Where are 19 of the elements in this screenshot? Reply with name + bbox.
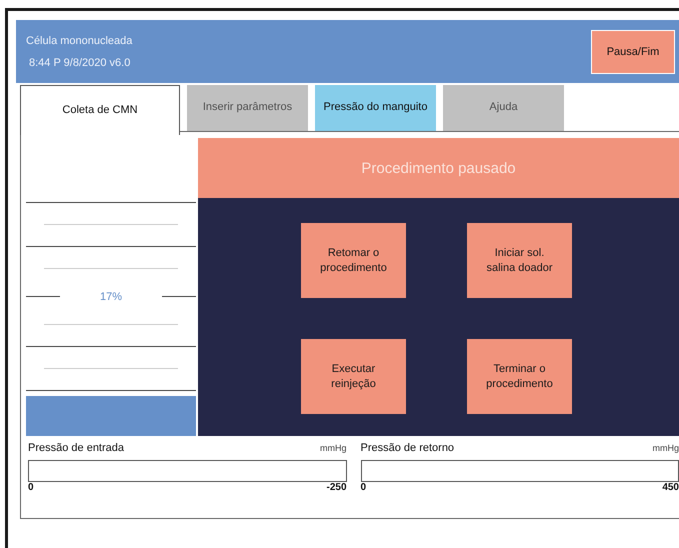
tab[interactable]: Coleta de CMN [20, 85, 180, 135]
action-button[interactable]: Retomar o procedimento [301, 223, 406, 298]
unit-label: mmHg [652, 443, 679, 453]
tab[interactable]: Pressão do manguito [315, 85, 436, 131]
pressure-label: Pressão de entrada [28, 442, 124, 454]
window-title: Célula mononucleada [26, 34, 132, 46]
unit-label: mmHg [320, 443, 346, 453]
action-button[interactable]: Iniciar sol. salina doador [467, 223, 572, 298]
paused-banner: Procedimento pausado [198, 138, 679, 198]
progress-reading: 17% [98, 290, 124, 302]
pause-button[interactable]: Pausa/Fim [591, 30, 675, 74]
pressure-label: Pressão de retorno [360, 442, 454, 454]
scale-min: 0 [28, 482, 34, 493]
scale-max: 450 [662, 482, 679, 493]
status-text: 8:44 P 9/8/2020 v6.0 [28, 56, 132, 68]
action-button[interactable]: Executar reinjeção [301, 339, 406, 414]
scale-min: 0 [360, 482, 366, 493]
scale-max: -250 [326, 482, 346, 493]
action-button[interactable]: Terminar o procedimento [467, 339, 572, 414]
